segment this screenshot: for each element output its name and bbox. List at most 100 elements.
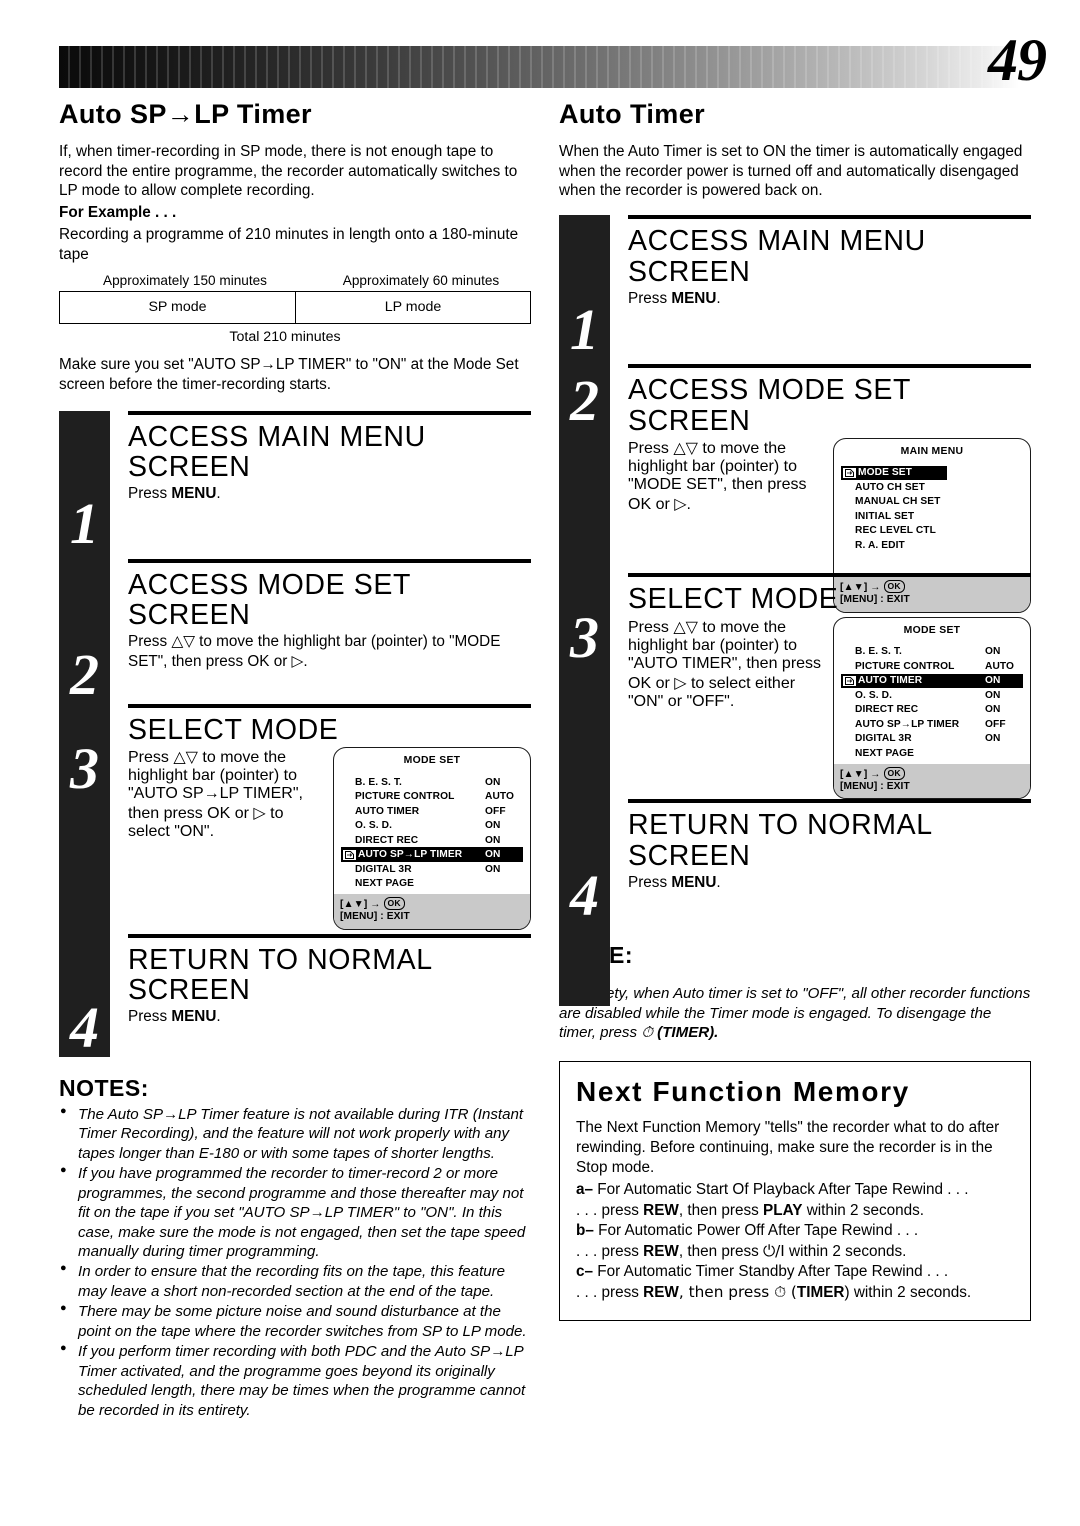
osd-row-auto-ch-set[interactable]: AUTO CH SET [841,480,1023,495]
osd-row-direct-rec[interactable]: DIRECT REC ON [841,703,1023,718]
osd-row-best[interactable]: B. E. S. T. ON [341,775,523,790]
osd-item-name: AUTO SP→LP TIMER [855,718,960,730]
step-1: 1 ACCESS MAIN MENU SCREEN Press MENU. [59,410,531,559]
note-text-pre: For safety, when Auto timer is set to "O… [559,985,1031,1042]
page-title-auto-sp-lp-timer: Auto SP→LP Timer [59,99,312,129]
list-item: In order to ensure that the recording fi… [59,1261,531,1301]
osd-row-ra-edit[interactable]: R. A. EDIT [841,538,1023,553]
nfm-item-c-head: c– For Automatic Timer Standby After Tap… [576,1262,1016,1282]
step-title: ACCESS MODE SET SCREEN [128,568,411,631]
osd-row-auto-sp-lp-timer[interactable]: AUTO SP→LP TIMER OFF [841,717,1023,732]
osd-footer-line-2: [MENU] : EXIT [840,780,910,792]
osd-row-auto-timer-selected[interactable]: AUTO TIMER ON [841,673,1023,689]
osd-item-name: NEXT PAGE [855,747,915,759]
step-number: 4 [70,995,99,1061]
example-description: Recording a programme of 210 minutes in … [59,226,519,264]
step-1: 1 ACCESS MAIN MENU SCREEN Press MENU. [559,215,1031,364]
osd-row-picture-control[interactable]: PICTURE CONTROL AUTO [841,659,1023,674]
key-menu: MENU [671,873,717,891]
step-rule [628,215,1031,220]
osd-item-name: O. S. D. [855,689,893,701]
osd-item-name: MODE SET [858,467,913,479]
nfm-sub-post: within 2 seconds. [802,1201,925,1219]
cursor-icon [843,467,856,478]
press-label: Press [128,485,172,503]
osd-item-value: ON [485,834,501,846]
right-column: Auto Timer When the Auto Timer is set to… [559,99,1031,1321]
press-label: Press [628,289,672,307]
osd-item-list: B. E. S. T. ON PICTURE CONTROL AUTO AUTO… [834,639,1030,764]
power-button-icon: ⏻/I [763,1241,785,1260]
osd-footer-line-1: [▲▼] → OK [840,766,1024,781]
step-title: SELECT MODE [628,583,839,616]
step-number: 3 [570,605,599,671]
note-text-post: (TIMER). [652,1024,719,1042]
osd-item-name: PICTURE CONTROL [355,791,455,803]
osd-title: MAIN MENU [900,445,964,457]
osd-row-digital-3r[interactable]: DIGITAL 3R ON [841,732,1023,747]
nfm-intro: The Next Function Memory "tells" the rec… [576,1118,1000,1177]
osd-row-mode-set-selected[interactable]: MODE SET [841,465,947,481]
timer-clock-icon: ⏱ [641,1023,653,1042]
key-menu: MENU [671,289,717,307]
osd-item-value: ON [485,820,501,832]
osd-item-name: B. E. S. T. [355,776,402,788]
press-label: Press [628,873,672,891]
osd-mode-set-screen: MODE SET B. E. S. T. ON PICTURE CONTROL … [333,746,531,930]
notes-heading: NOTES: [59,1074,149,1101]
nfm-item-lead: b– [576,1221,594,1239]
ok-button-icon: OK [383,896,405,910]
step-description: Press △▽ to move the highlight bar (poin… [128,748,303,840]
step-title: RETURN TO NORMAL SCREEN [628,809,932,872]
press-label: Press [128,1008,172,1026]
period: . [216,1008,221,1026]
arrow-right-icon: → [870,768,881,780]
osd-row-osd[interactable]: O. S. D. ON [341,818,523,833]
osd-item-value: AUTO [485,791,515,803]
nfm-sub-post: within 2 seconds. [784,1242,907,1260]
osd-item-name: AUTO TIMER [355,805,420,817]
table-cell-sp-mode: SP mode [60,291,296,323]
osd-item-value: OFF [985,718,1006,730]
osd-row-direct-rec[interactable]: DIRECT REC ON [341,833,523,848]
nfm-item-heading: For Automatic Power Off After Tape Rewin… [593,1221,919,1239]
step-rule [128,933,531,938]
step-description: Press MENU. [128,1007,531,1027]
osd-row-rec-level-ctl[interactable]: REC LEVEL CTL [841,524,1023,539]
osd-row-osd[interactable]: O. S. D. ON [841,688,1023,703]
step-description: Press MENU. [628,289,1031,309]
table-label-sp: Approximately 150 minutes [103,272,267,288]
key-rew: REW [643,1201,679,1219]
osd-row-digital-3r[interactable]: DIGITAL 3R ON [341,862,523,877]
osd-row-best[interactable]: B. E. S. T. ON [841,645,1023,660]
osd-item-value: ON [485,863,501,875]
nfm-sub-mid: , then press ⏱ ( [678,1283,797,1302]
step-rule [128,410,531,415]
osd-mode-set-screen: MODE SET B. E. S. T. ON PICTURE CONTROL … [833,616,1031,800]
step-number: 2 [70,642,99,708]
step-2: 2 ACCESS MODE SET SCREEN Press △▽ to mov… [59,558,531,708]
step-3: 3 SELECT MODE Press △▽ to move the highl… [559,573,1031,800]
period: . [716,289,721,307]
nfm-sub-pre: . . . press [576,1242,644,1260]
period: . [216,485,221,503]
step-number: 1 [570,296,599,362]
nfm-item-b-head: b– For Automatic Power Off After Tape Re… [576,1221,1016,1241]
osd-row-next-page[interactable]: NEXT PAGE [841,746,1023,761]
osd-item-list: B. E. S. T. ON PICTURE CONTROL AUTO AUTO… [334,769,530,894]
osd-row-auto-sp-lp-timer-selected[interactable]: AUTO SP→LP TIMER ON [341,847,523,862]
osd-item-name: NEXT PAGE [355,878,415,890]
osd-title: MODE SET [903,624,961,636]
osd-row-next-page[interactable]: NEXT PAGE [341,876,523,891]
cursor-icon [843,675,856,686]
list-item: If you perform timer recording with both… [59,1341,531,1420]
step-body: Press △▽ to move the highlight bar (poin… [128,746,531,930]
for-example-label: For Example . . . [59,204,177,222]
step-rule [128,558,531,563]
nfm-item-lead: c– [576,1263,594,1281]
osd-row-auto-timer[interactable]: AUTO TIMER OFF [341,804,523,819]
osd-row-picture-control[interactable]: PICTURE CONTROL AUTO [341,789,523,804]
osd-item-name: B. E. S. T. [855,646,902,658]
osd-row-manual-ch-set[interactable]: MANUAL CH SET [841,495,1023,510]
osd-row-initial-set[interactable]: INITIAL SET [841,509,1023,524]
